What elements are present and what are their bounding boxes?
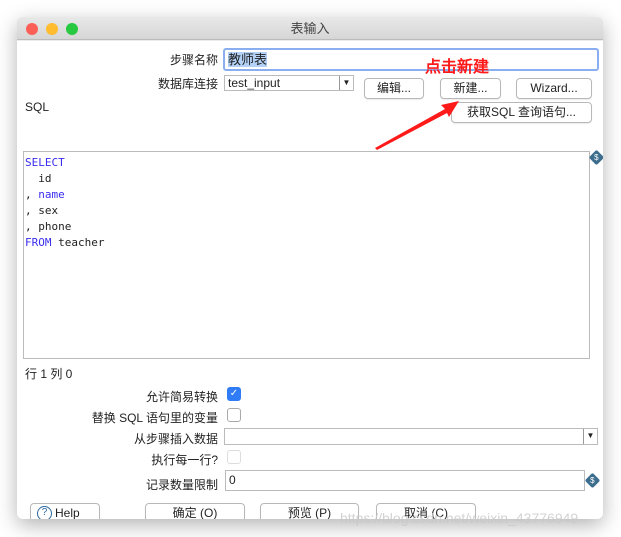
replace-variables-checkbox[interactable]	[227, 408, 241, 422]
sql-line: SELECT	[25, 156, 65, 169]
wizard-button[interactable]: Wizard...	[516, 78, 592, 99]
dropdown-arrow-icon: ▼	[339, 76, 353, 90]
sql-editor[interactable]: SELECT id , name , sex , phone FROM teacher	[23, 151, 590, 359]
limit-label: 记录数量限制	[145, 478, 218, 492]
step-name-value: 教师表	[228, 52, 268, 67]
step-name-input[interactable]: 教师表	[223, 48, 599, 71]
execute-each-row-label: 执行每一行?	[151, 453, 218, 467]
annotation-text: 点击新建	[425, 59, 490, 76]
variable-icon: $	[588, 149, 603, 166]
variable-icon: $	[584, 472, 601, 489]
sql-line: , name	[25, 188, 65, 201]
annotation-arrow-icon	[375, 101, 459, 150]
insert-from-step-select[interactable]: ▼	[224, 428, 598, 445]
help-button[interactable]: ? Help	[30, 503, 100, 519]
title-bar: 表输入	[17, 17, 603, 40]
ok-button[interactable]: 确定 (O)	[145, 503, 245, 519]
help-icon: ?	[37, 506, 52, 519]
minimize-button[interactable]	[46, 23, 58, 35]
lazy-conversion-label: 允许简易转换	[145, 390, 218, 404]
window-title: 表输入	[290, 21, 330, 36]
watermark: https://blog.csdn.net/weixin_43776949	[340, 510, 579, 526]
lazy-conversion-checkbox[interactable]: ✓	[227, 387, 241, 401]
db-connection-label: 数据库连接	[157, 77, 218, 91]
limit-input[interactable]: 0	[225, 470, 585, 491]
db-connection-select[interactable]: test_input ▼	[224, 75, 354, 91]
cursor-position: 行 1 列 0	[25, 367, 73, 381]
table-input-dialog: 表输入 步骤名称 教师表 数据库连接 test_input ▼ 编辑... 新建.…	[17, 17, 603, 519]
db-connection-value: test_input	[228, 76, 281, 90]
maximize-button[interactable]	[66, 23, 78, 35]
insert-from-step-label: 从步骤插入数据	[133, 432, 218, 446]
close-button[interactable]	[26, 23, 38, 35]
replace-variables-label: 替换 SQL 语句里的变量	[91, 411, 218, 425]
dropdown-arrow-icon: ▼	[583, 429, 597, 444]
execute-each-row-checkbox[interactable]	[227, 450, 241, 464]
sql-label: SQL	[25, 100, 50, 114]
get-sql-button[interactable]: 获取SQL 查询语句...	[451, 102, 592, 123]
sql-line: , sex	[25, 204, 59, 217]
help-label: Help	[55, 506, 80, 519]
sql-line: FROM teacher	[25, 236, 105, 249]
step-name-label: 步骤名称	[169, 53, 218, 67]
sql-line: , phone	[25, 220, 72, 233]
sql-line: id	[25, 172, 52, 185]
